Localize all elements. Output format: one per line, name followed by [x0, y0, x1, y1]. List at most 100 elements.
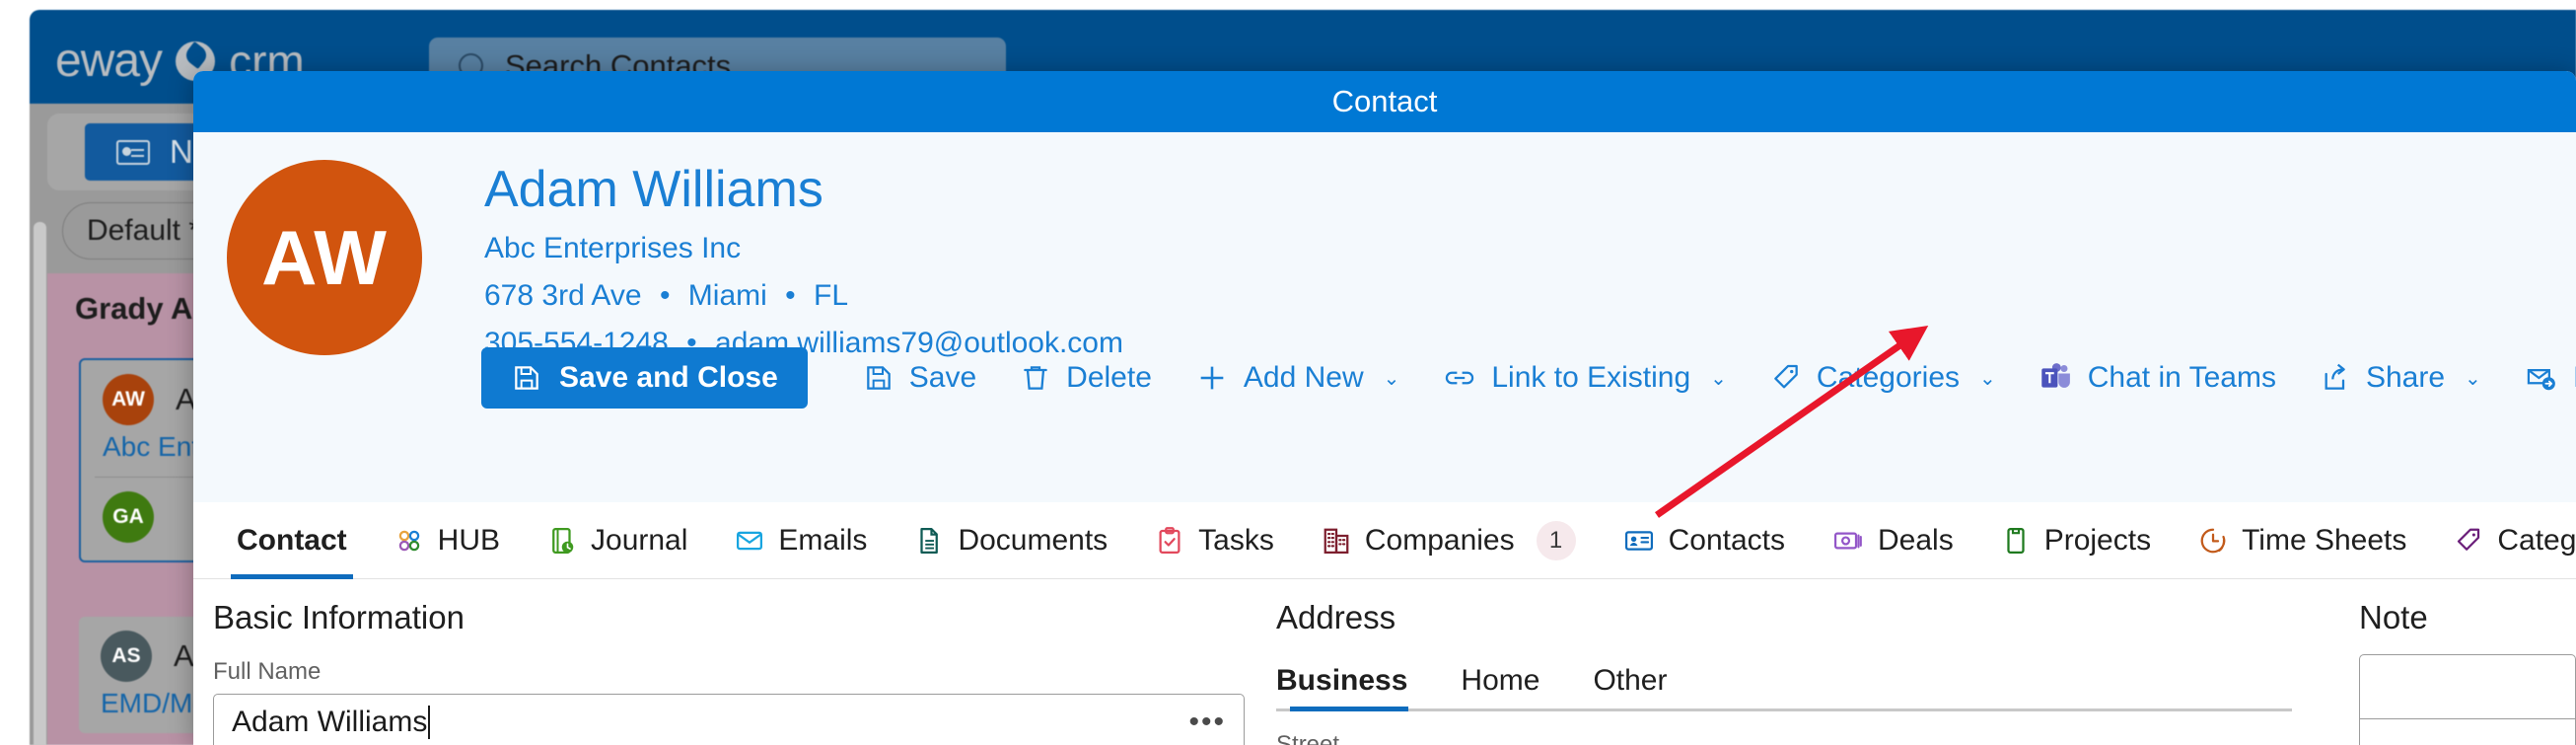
- tab-label: Deals: [1878, 523, 1954, 557]
- hub-icon: [398, 530, 419, 551]
- note-divider: [2360, 718, 2575, 720]
- dialog-title: Contact: [1331, 84, 1438, 118]
- time-sheets-icon: [2200, 528, 2226, 553]
- save-icon: [515, 366, 538, 390]
- address-separator: •: [785, 279, 796, 313]
- chevron-down-icon: ⌄: [1979, 367, 1996, 390]
- teams-icon: [2041, 363, 2070, 388]
- link-to-existing-button[interactable]: Link to Existing ⌄: [1421, 347, 1749, 409]
- tab-label: Contact: [237, 523, 347, 557]
- chevron-down-icon: ⌄: [1710, 367, 1727, 390]
- tab-label: Categories: [2497, 523, 2576, 557]
- save-and-close-label: Save and Close: [559, 361, 778, 394]
- address-state[interactable]: FL: [814, 279, 848, 312]
- document-icon: [920, 527, 939, 554]
- link-to-existing-label: Link to Existing: [1491, 361, 1691, 394]
- plus-icon: [1200, 366, 1224, 390]
- tab-label: Time Sheets: [2242, 523, 2407, 557]
- chevron-down-icon: ⌄: [1383, 367, 1400, 390]
- screenshot-root: eway crm Search Contacts New Contact Def…: [0, 0, 2576, 745]
- dialog-title-bar: Contact: [193, 71, 2576, 132]
- tab-label: Emails: [778, 523, 868, 557]
- full-name-input[interactable]: Adam Williams •••: [213, 694, 1245, 745]
- tab-emails[interactable]: Emails: [711, 502, 891, 579]
- add-new-button[interactable]: Add New ⌄: [1174, 347, 1422, 409]
- address-tab-business[interactable]: Business: [1276, 664, 1435, 711]
- add-new-label: Add New: [1243, 361, 1364, 394]
- categories-label: Categories: [1816, 361, 1960, 394]
- tab-contacts[interactable]: Contacts: [1600, 502, 1809, 579]
- address-tab-other[interactable]: Other: [1593, 664, 1694, 711]
- address-tab-active-indicator: [1290, 707, 1409, 711]
- avatar: AW: [103, 374, 154, 425]
- tab-label: Companies: [1364, 523, 1515, 557]
- contact-address-line: 678 3rd Ave • Miami • FL: [484, 279, 1123, 313]
- avatar: AS: [101, 631, 152, 682]
- share-icon: [2325, 363, 2345, 390]
- tab-tasks[interactable]: Tasks: [1131, 502, 1298, 579]
- contact-company[interactable]: Abc Enterprises Inc: [484, 232, 1123, 265]
- tab-categories[interactable]: Categories: [2430, 502, 2576, 579]
- logo-eway-text: eway: [55, 35, 163, 87]
- tab-hub[interactable]: HUB: [371, 502, 524, 579]
- address-separator: •: [659, 279, 671, 313]
- chat-in-teams-button[interactable]: Chat in Teams: [2018, 347, 2298, 409]
- text-cursor: [428, 706, 431, 739]
- email-icon: [737, 531, 763, 550]
- journal-icon: [552, 527, 574, 554]
- avatar: GA: [103, 491, 154, 543]
- note-section: Note: [2359, 599, 2576, 745]
- chevron-down-icon: ⌄: [2465, 367, 2481, 390]
- projects-icon: [2007, 527, 2025, 554]
- tab-label: Journal: [591, 523, 688, 557]
- chat-in-teams-label: Chat in Teams: [2087, 361, 2276, 394]
- contacts-icon: [1624, 530, 1653, 551]
- full-name-more-options-button[interactable]: •••: [1188, 708, 1226, 737]
- tab-companies[interactable]: Companies 1: [1298, 502, 1600, 579]
- tab-contact[interactable]: Contact: [213, 502, 371, 579]
- tab-label: Tasks: [1198, 523, 1274, 557]
- note-title: Note: [2359, 599, 2428, 635]
- contact-avatar: AW: [227, 160, 422, 355]
- contact-form-body: Basic Information Full Name Adam William…: [193, 579, 2576, 745]
- save-and-close-button[interactable]: Save and Close: [481, 347, 808, 409]
- tab-documents[interactable]: Documents: [891, 502, 1131, 579]
- contact-header: AW Adam Williams Abc Enterprises Inc 678…: [193, 132, 2576, 502]
- delete-button[interactable]: Delete: [998, 347, 1174, 409]
- address-city[interactable]: Miami: [688, 279, 767, 312]
- address-street[interactable]: 678 3rd Ave: [484, 279, 642, 312]
- note-input[interactable]: [2359, 654, 2576, 745]
- tab-label: HUB: [437, 523, 501, 557]
- tab-deals[interactable]: Deals: [1809, 502, 1977, 579]
- filter-chip-label: Default *: [86, 214, 201, 247]
- import-emails-button[interactable]: Import Emails: [2503, 347, 2576, 409]
- categories-tab-icon: [2458, 528, 2480, 551]
- categories-button[interactable]: Categories ⌄: [1749, 347, 2018, 409]
- tab-label: Documents: [958, 523, 1109, 557]
- import-email-icon: [2527, 369, 2555, 391]
- tag-icon: [1774, 364, 1798, 389]
- tab-time-sheets[interactable]: Time Sheets: [2175, 502, 2430, 579]
- basic-information-section: Basic Information Full Name Adam William…: [193, 599, 1276, 745]
- address-tab-home[interactable]: Home: [1461, 664, 1567, 711]
- delete-label: Delete: [1066, 361, 1152, 394]
- street-label: Street: [1276, 731, 1340, 745]
- tab-journal[interactable]: Journal: [524, 502, 711, 579]
- contact-name: Adam Williams: [484, 161, 823, 218]
- companies-icon: [1324, 528, 1349, 554]
- address-tab-bar: Business Home Other: [1276, 664, 2293, 711]
- trash-icon: [1024, 366, 1047, 390]
- tab-projects[interactable]: Projects: [1977, 502, 2175, 579]
- address-section: Address Business Home Other Street: [1276, 599, 2359, 745]
- full-name-value: Adam Williams: [232, 706, 428, 738]
- address-tab-rule: [1276, 708, 2293, 711]
- left-panel-scrollbar[interactable]: [34, 222, 46, 745]
- deals-icon: [1833, 532, 1862, 549]
- basic-information-title: Basic Information: [213, 599, 465, 635]
- save-button[interactable]: Save: [841, 347, 998, 409]
- contact-card-icon: [116, 139, 150, 165]
- save-icon: [866, 366, 891, 390]
- contact-tab-bar: Contact HUB Journal Emails Documents Tas…: [193, 502, 2576, 579]
- share-button[interactable]: Share ⌄: [2298, 347, 2503, 409]
- tab-badge-count: 1: [1536, 520, 1576, 560]
